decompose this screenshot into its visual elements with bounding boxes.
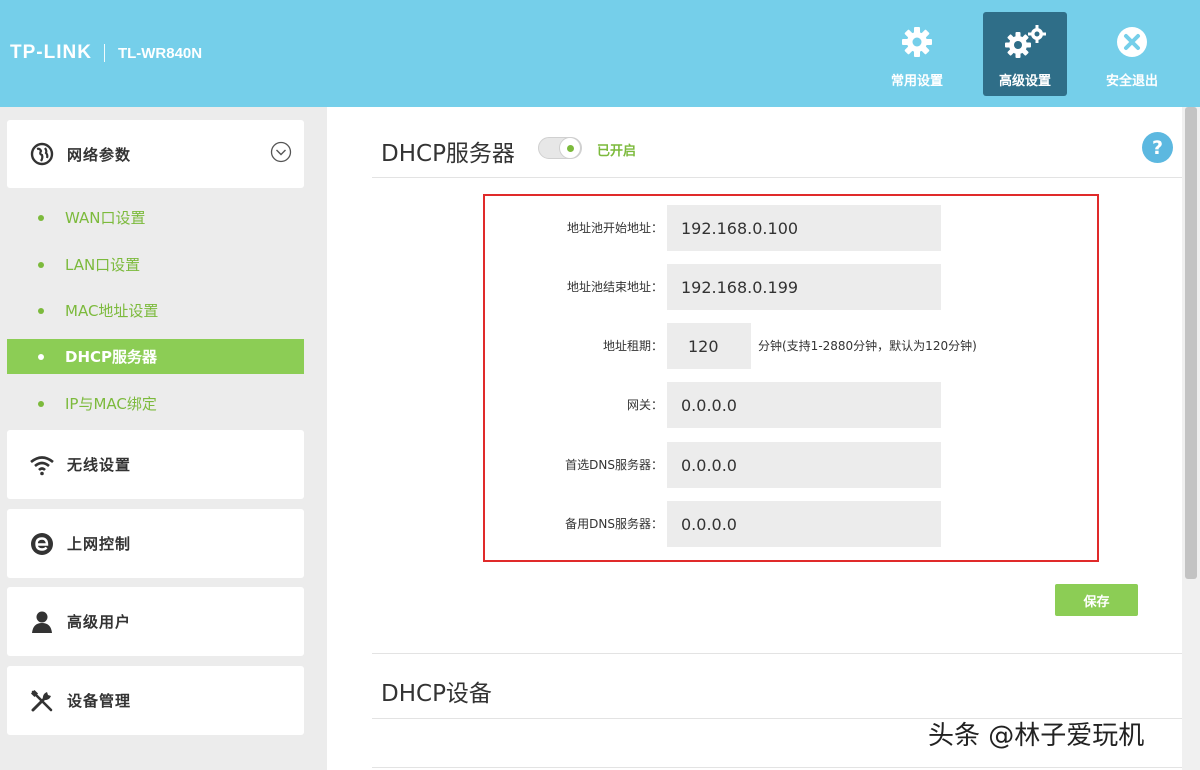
pool-end-row: 地址池结束地址： (327, 264, 1027, 310)
sidebar-item-advanced-user[interactable]: 高级用户 (7, 587, 304, 656)
dns-primary-label: 首选DNS服务器： (565, 458, 663, 472)
gateway-input[interactable] (667, 382, 941, 428)
model-name: TL-WR840N (117, 44, 203, 62)
toggle-knob (559, 137, 581, 159)
toggle-status-text: 已开启 (597, 144, 637, 159)
user-icon (29, 609, 55, 635)
sidebar: 网络参数 WAN口设置 LAN口设置 MAC地址设置 DHCP服务器 IP与MA… (0, 107, 327, 770)
brand-logo: TP-LINK (10, 42, 92, 63)
dns-primary-row: 首选DNS服务器： (327, 442, 1027, 488)
scrollbar-thumb[interactable] (1185, 107, 1197, 579)
lease-hint: 分钟(支持1-2880分钟，默认为120分钟) (758, 339, 977, 353)
bullet-icon (38, 353, 44, 360)
bullet-icon (38, 307, 44, 314)
sidebar-item-label: WAN口设置 (65, 209, 146, 227)
sidebar-item-label: DHCP服务器 (65, 348, 158, 366)
globe-icon (29, 141, 55, 167)
sidebar-item-label: 设备管理 (67, 692, 132, 710)
main-panel: DHCP服务器 已开启 ? 地址池开始地址： 地址池结束地址： 地址租期： 分钟… (327, 107, 1182, 770)
divider (372, 177, 1182, 178)
pool-start-input[interactable] (667, 205, 941, 251)
gear-icon (900, 24, 934, 60)
save-button[interactable]: 保存 (1055, 584, 1138, 616)
common-settings-label: 常用设置 (890, 74, 943, 89)
page-title: DHCP服务器 (381, 141, 515, 167)
gateway-label: 网关： (626, 398, 663, 412)
brand: TP-LINK TL-WR840N (10, 42, 202, 64)
close-circle-icon (1115, 24, 1149, 60)
bullet-icon (38, 400, 44, 407)
lease-row: 地址租期： 分钟(支持1-2880分钟，默认为120分钟) (327, 323, 1027, 369)
internet-e-icon (29, 531, 55, 557)
sidebar-item-device-management[interactable]: 设备管理 (7, 666, 304, 735)
dns-secondary-row: 备用DNS服务器： (327, 501, 1027, 547)
bullet-icon (38, 261, 44, 268)
sidebar-item-label: LAN口设置 (65, 256, 141, 274)
gears-icon (1001, 24, 1049, 60)
sidebar-item-wireless[interactable]: 无线设置 (7, 430, 304, 499)
dns-secondary-label: 备用DNS服务器： (565, 517, 663, 531)
dhcp-devices-title: DHCP设备 (381, 681, 492, 707)
wifi-icon (29, 452, 55, 478)
dns-secondary-input[interactable] (667, 501, 941, 547)
gateway-row: 网关： (327, 382, 1027, 428)
tools-icon (29, 688, 55, 714)
logout-button[interactable]: 安全退出 (1090, 12, 1174, 96)
sidebar-item-lan[interactable]: LAN口设置 (7, 247, 304, 282)
sidebar-item-label: 无线设置 (67, 456, 132, 474)
sidebar-item-mac[interactable]: MAC地址设置 (7, 293, 304, 328)
help-button[interactable]: ? (1142, 132, 1173, 163)
bullet-icon (38, 214, 44, 221)
divider (372, 767, 1182, 768)
advanced-settings-button[interactable]: 高级设置 (983, 12, 1067, 96)
pool-end-input[interactable] (667, 264, 941, 310)
watermark: 头条 @林子爱玩机 (928, 721, 1145, 751)
advanced-settings-label: 高级设置 (998, 74, 1051, 89)
sidebar-item-label: 网络参数 (67, 145, 132, 164)
sidebar-item-label: 高级用户 (67, 613, 132, 631)
chevron-down-icon[interactable] (270, 141, 292, 167)
sidebar-item-label: 上网控制 (67, 535, 132, 553)
pool-end-label: 地址池结束地址： (566, 280, 663, 294)
sidebar-item-ip-mac-binding[interactable]: IP与MAC绑定 (7, 386, 304, 421)
pool-start-label: 地址池开始地址： (566, 221, 663, 235)
sidebar-item-label: MAC地址设置 (65, 302, 159, 320)
sidebar-item-label: IP与MAC绑定 (65, 395, 157, 413)
logout-label: 安全退出 (1105, 74, 1158, 89)
sidebar-item-wan[interactable]: WAN口设置 (7, 200, 304, 235)
sidebar-item-internet-control[interactable]: 上网控制 (7, 509, 304, 578)
scrollbar[interactable] (1182, 107, 1200, 770)
lease-label: 地址租期： (602, 339, 663, 353)
pool-start-row: 地址池开始地址： (327, 205, 1027, 251)
dhcp-toggle[interactable] (538, 137, 582, 159)
sidebar-item-dhcp-server[interactable]: DHCP服务器 (7, 339, 304, 374)
dns-primary-input[interactable] (667, 442, 941, 488)
top-header: TP-LINK TL-WR840N 常用设置 高级设置 安全退出 (0, 0, 1200, 107)
common-settings-button[interactable]: 常用设置 (875, 12, 959, 96)
divider (372, 653, 1182, 654)
lease-input[interactable] (667, 323, 751, 369)
brand-divider (103, 44, 105, 62)
sidebar-item-network[interactable]: 网络参数 (7, 120, 304, 188)
